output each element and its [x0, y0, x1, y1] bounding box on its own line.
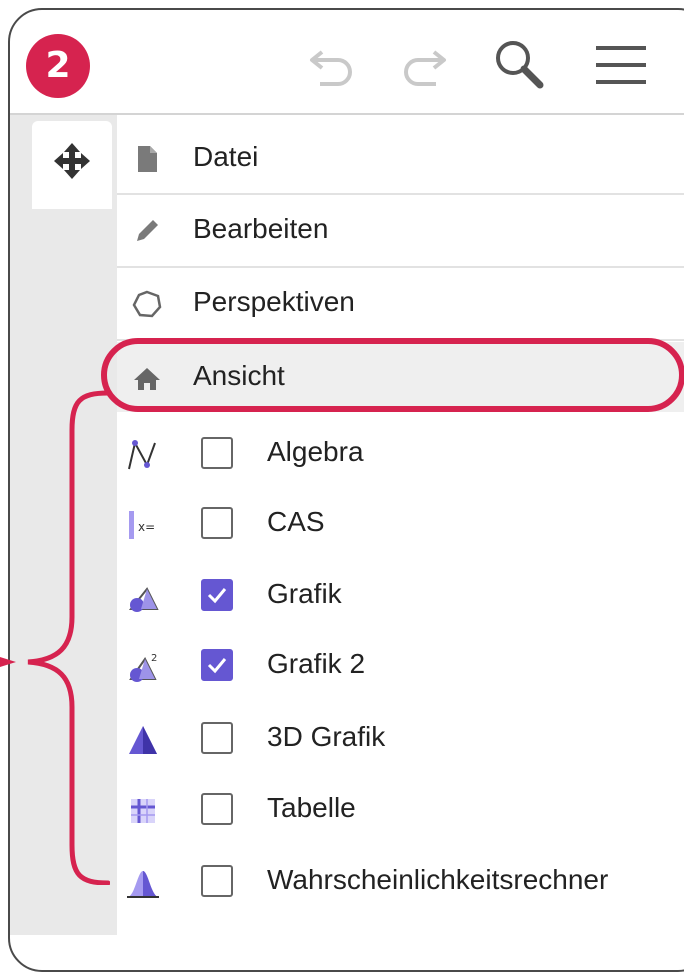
graphics-icon — [128, 587, 159, 612]
move-arrows-icon — [54, 143, 90, 179]
view-checkbox-grafik[interactable] — [201, 579, 233, 611]
search-icon[interactable] — [490, 36, 548, 94]
checkmark-icon — [207, 658, 227, 674]
pencil-icon — [137, 220, 158, 241]
highlight-ring — [101, 338, 684, 412]
perspectives-icon — [132, 290, 162, 318]
view-label: 3D Grafik — [267, 721, 386, 752]
view-item-wahrscheinlichkeitsrechner[interactable]: Wahrscheinlichkeitsrechner — [117, 846, 684, 916]
spreadsheet-icon — [131, 799, 155, 823]
view-checkbox-wahrscheinlichkeitsrechner[interactable] — [201, 865, 233, 897]
view-label: Algebra — [267, 436, 364, 467]
move-tool-tab[interactable] — [32, 121, 112, 209]
graphics-2-icon: 2 — [129, 653, 157, 682]
menu-item-datei[interactable]: Datei — [117, 123, 684, 193]
view-item-algebra[interactable]: Algebra — [117, 418, 684, 488]
view-label: CAS — [267, 506, 325, 537]
file-icon — [138, 146, 157, 172]
view-item-grafik-2[interactable]: 2 Grafik 2 — [117, 630, 684, 700]
annotation-brace — [0, 390, 110, 885]
redo-icon[interactable] — [394, 36, 452, 94]
view-checkbox-tabelle[interactable] — [201, 793, 233, 825]
view-label: Grafik — [267, 578, 342, 609]
hamburger-menu-icon[interactable] — [592, 36, 650, 94]
menu-item-label: Bearbeiten — [193, 213, 329, 244]
checkmark-icon — [207, 588, 227, 604]
view-label: Wahrscheinlichkeitsrechner — [267, 864, 609, 895]
view-checkbox-grafik-2[interactable] — [201, 649, 233, 681]
cas-icon: x= — [129, 511, 155, 539]
view-item-cas[interactable]: x= CAS — [117, 488, 684, 558]
menu-item-label: Datei — [193, 141, 259, 172]
graphics-3d-icon — [129, 726, 157, 754]
view-checkbox-cas[interactable] — [201, 507, 233, 539]
menu-item-perspektiven[interactable]: Perspektiven — [117, 268, 684, 338]
view-label: Tabelle — [267, 792, 356, 823]
probability-calculator-icon — [127, 871, 159, 898]
view-item-tabelle[interactable]: Tabelle — [117, 774, 684, 844]
menu-item-bearbeiten[interactable]: Bearbeiten — [117, 195, 684, 265]
view-checkbox-3d-grafik[interactable] — [201, 722, 233, 754]
step-badge: 2 — [26, 34, 90, 98]
view-item-grafik[interactable]: Grafik — [117, 560, 684, 630]
menu-item-label: Perspektiven — [193, 286, 355, 317]
view-label: Grafik 2 — [267, 648, 366, 679]
view-item-3d-grafik[interactable]: 3D Grafik — [117, 703, 684, 773]
svg-text:x=: x= — [138, 520, 155, 534]
view-checkbox-algebra[interactable] — [201, 437, 233, 469]
undo-icon[interactable] — [304, 36, 362, 94]
algebra-icon — [128, 440, 156, 470]
svg-text:2: 2 — [151, 653, 157, 664]
